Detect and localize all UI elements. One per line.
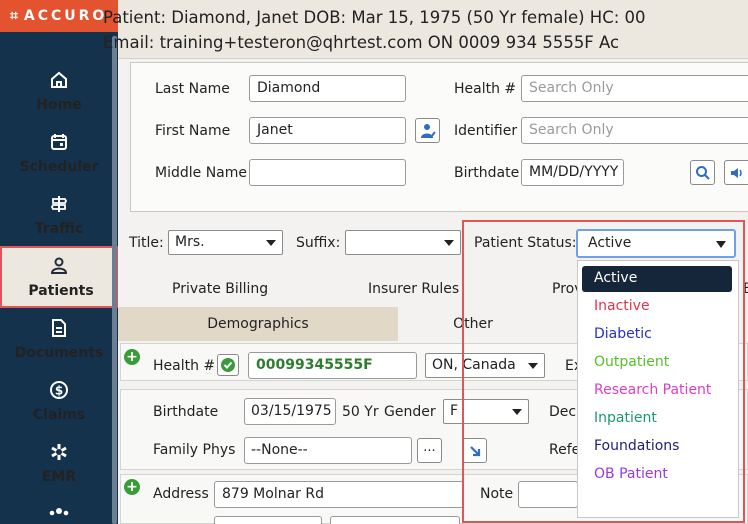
suffix-select[interactable] [345,230,461,255]
sidebar: ⌗ ACCURO Home Scheduler Traffic Patients… [0,0,118,524]
group-icon [49,508,69,516]
status-option-diabetic[interactable]: Diabetic [582,322,732,348]
status-option-ob-patient[interactable]: OB Patient [582,462,732,488]
health-number-label: Health # [454,81,517,97]
nav-label: Patients [28,283,94,299]
app-logo: ⌗ ACCURO [0,0,118,32]
sidebar-scrollbar[interactable] [112,36,117,524]
birthdate-label: Birthdate [454,165,520,181]
patient-lookup-button[interactable] [415,118,440,143]
age-text: 50 Yr [342,404,379,420]
address-line2-input[interactable] [214,516,322,524]
first-name-label: First Name [155,123,231,139]
middle-name-input[interactable] [249,159,406,186]
medical-icon [51,444,67,460]
nav-scheduler[interactable]: Scheduler [0,124,118,186]
svg-text:$: $ [55,384,63,398]
family-phys-label: Family Phys [153,442,236,458]
search-button[interactable] [690,160,715,185]
dollar-icon: $ [50,381,68,399]
address-label: Address [153,486,209,502]
health-number-search[interactable]: Search Only [521,75,748,102]
browse-phys-button[interactable]: ... [417,438,442,463]
last-name-label: Last Name [155,81,230,97]
patient-status-menu: Active Inactive Diabetic Outpatient Rese… [577,260,739,518]
nav-more[interactable] [0,496,118,524]
nav-emr[interactable]: EMR [0,434,118,496]
middle-name-label: Middle Name [155,165,247,181]
identifier-label: Identifier [454,123,518,139]
last-name-input[interactable]: Diamond [249,75,406,102]
audio-button[interactable] [724,160,748,185]
person-icon [50,257,68,274]
chevron-down-icon [266,240,276,246]
family-phys-input[interactable]: --None-- [244,437,412,464]
status-option-outpatient[interactable]: Outpatient [582,350,732,376]
title-value: Mrs. [175,234,205,250]
birthdate-search[interactable]: MM/DD/YYYY [521,159,624,186]
chevron-down-icon [444,240,454,246]
patient-header-line2: Email: training+testeron@qhrtest.com ON … [103,33,620,52]
status-option-inactive[interactable]: Inactive [582,294,732,320]
gender-label: Gender [384,404,436,420]
suffix-label: Suffix: [296,235,341,251]
first-name-input[interactable]: Janet [249,117,406,144]
city-input[interactable] [330,516,460,524]
nav-label: Documents [14,345,104,361]
health-number-input[interactable]: 00099345555F [248,352,417,379]
nav-label: EMR [41,469,77,485]
gender-value: F [450,403,459,419]
search-icon [695,165,710,180]
nav-label: Scheduler [19,159,99,175]
home-icon [51,71,67,88]
status-option-inpatient[interactable]: Inpatient [582,406,732,432]
status-option-research-patient[interactable]: Research Patient [582,378,732,404]
check-badge-icon [221,358,235,372]
document-icon [52,319,66,337]
nav-documents[interactable]: Documents [0,310,118,372]
address-input[interactable]: 879 Molnar Rd [214,481,464,508]
nav-patients[interactable]: Patients [0,246,118,308]
identifier-search[interactable]: Search Only [521,117,748,144]
title-select[interactable]: Mrs. [168,230,283,255]
person-check-icon [420,123,436,138]
logo-mark: ⌗ [10,8,18,24]
private-billing-link[interactable]: Private Billing [172,281,268,297]
nav-label: Claims [32,407,86,423]
demo-birthdate-label: Birthdate [153,404,219,420]
status-option-active[interactable]: Active [582,266,732,292]
speaker-icon [730,167,742,178]
logo-text: ACCURO [23,8,108,24]
status-option-foundations[interactable]: Foundations [582,434,732,460]
nav-label: Home [36,97,82,113]
birthdate-input[interactable]: 03/15/1975 [244,398,336,425]
tab-demographics[interactable]: Demographics [118,307,398,341]
nav-claims[interactable]: $ Claims [0,372,118,434]
patient-header-line1: Patient: Diamond, Janet DOB: Mar 15, 197… [103,8,646,27]
calendar-icon [51,134,67,150]
title-label: Title: [129,235,164,251]
insurer-rules-link[interactable]: Insurer Rules [368,281,459,297]
add-health-icon[interactable]: + [124,349,140,365]
signpost-icon [50,196,68,212]
demo-health-label: Health # [153,358,216,374]
add-address-icon[interactable]: + [124,479,140,495]
nav-traffic[interactable]: Traffic [0,186,118,248]
health-validate-button[interactable] [217,354,239,376]
nav-label: Traffic [34,221,84,237]
nav-home[interactable]: Home [0,62,118,124]
